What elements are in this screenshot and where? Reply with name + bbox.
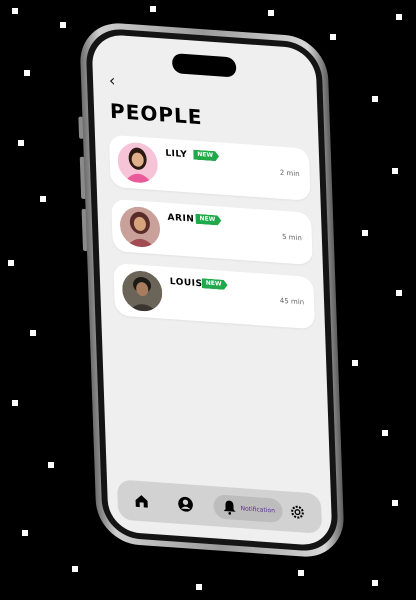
notification-label: Notification	[240, 504, 276, 515]
avatar	[121, 269, 163, 313]
gear-icon	[291, 505, 304, 519]
back-button[interactable]: ‹	[109, 71, 116, 91]
nav-home[interactable]	[129, 488, 154, 514]
dynamic-island	[171, 53, 237, 78]
message-time: 45 min	[279, 296, 305, 307]
new-badge: NEW	[193, 150, 219, 162]
avatar	[117, 141, 159, 185]
phone-mockup: ‹ PEOPLE LILY NEW 2 min ARIN NEW 5 min L…	[0, 0, 416, 600]
phone-device: ‹ PEOPLE LILY NEW 2 min ARIN NEW 5 min L…	[78, 20, 345, 560]
nav-profile[interactable]	[173, 491, 198, 517]
person-card-louis[interactable]: LOUIS NEW 45 min	[113, 263, 316, 330]
avatar	[119, 205, 161, 249]
phone-screen: ‹ PEOPLE LILY NEW 2 min ARIN NEW 5 min L…	[91, 33, 333, 547]
chevron-left-icon: ‹	[108, 70, 116, 91]
person-card-lily[interactable]: LILY NEW 2 min	[108, 134, 311, 201]
person-name: LILY	[165, 148, 188, 161]
message-time: 2 min	[279, 168, 300, 179]
person-name: LOUIS	[169, 277, 203, 290]
message-time: 5 min	[281, 232, 303, 243]
new-badge: NEW	[195, 214, 221, 226]
bell-icon	[223, 500, 236, 515]
nav-settings[interactable]	[285, 499, 310, 525]
person-name: ARIN	[167, 212, 195, 225]
page-title: PEOPLE	[109, 98, 203, 130]
bottom-nav: Notification	[116, 479, 323, 534]
person-card-arin[interactable]: ARIN NEW 5 min	[111, 198, 313, 266]
new-badge: NEW	[202, 278, 228, 290]
nav-notification[interactable]: Notification	[213, 494, 284, 524]
profile-icon	[178, 496, 193, 512]
home-icon	[135, 495, 148, 508]
